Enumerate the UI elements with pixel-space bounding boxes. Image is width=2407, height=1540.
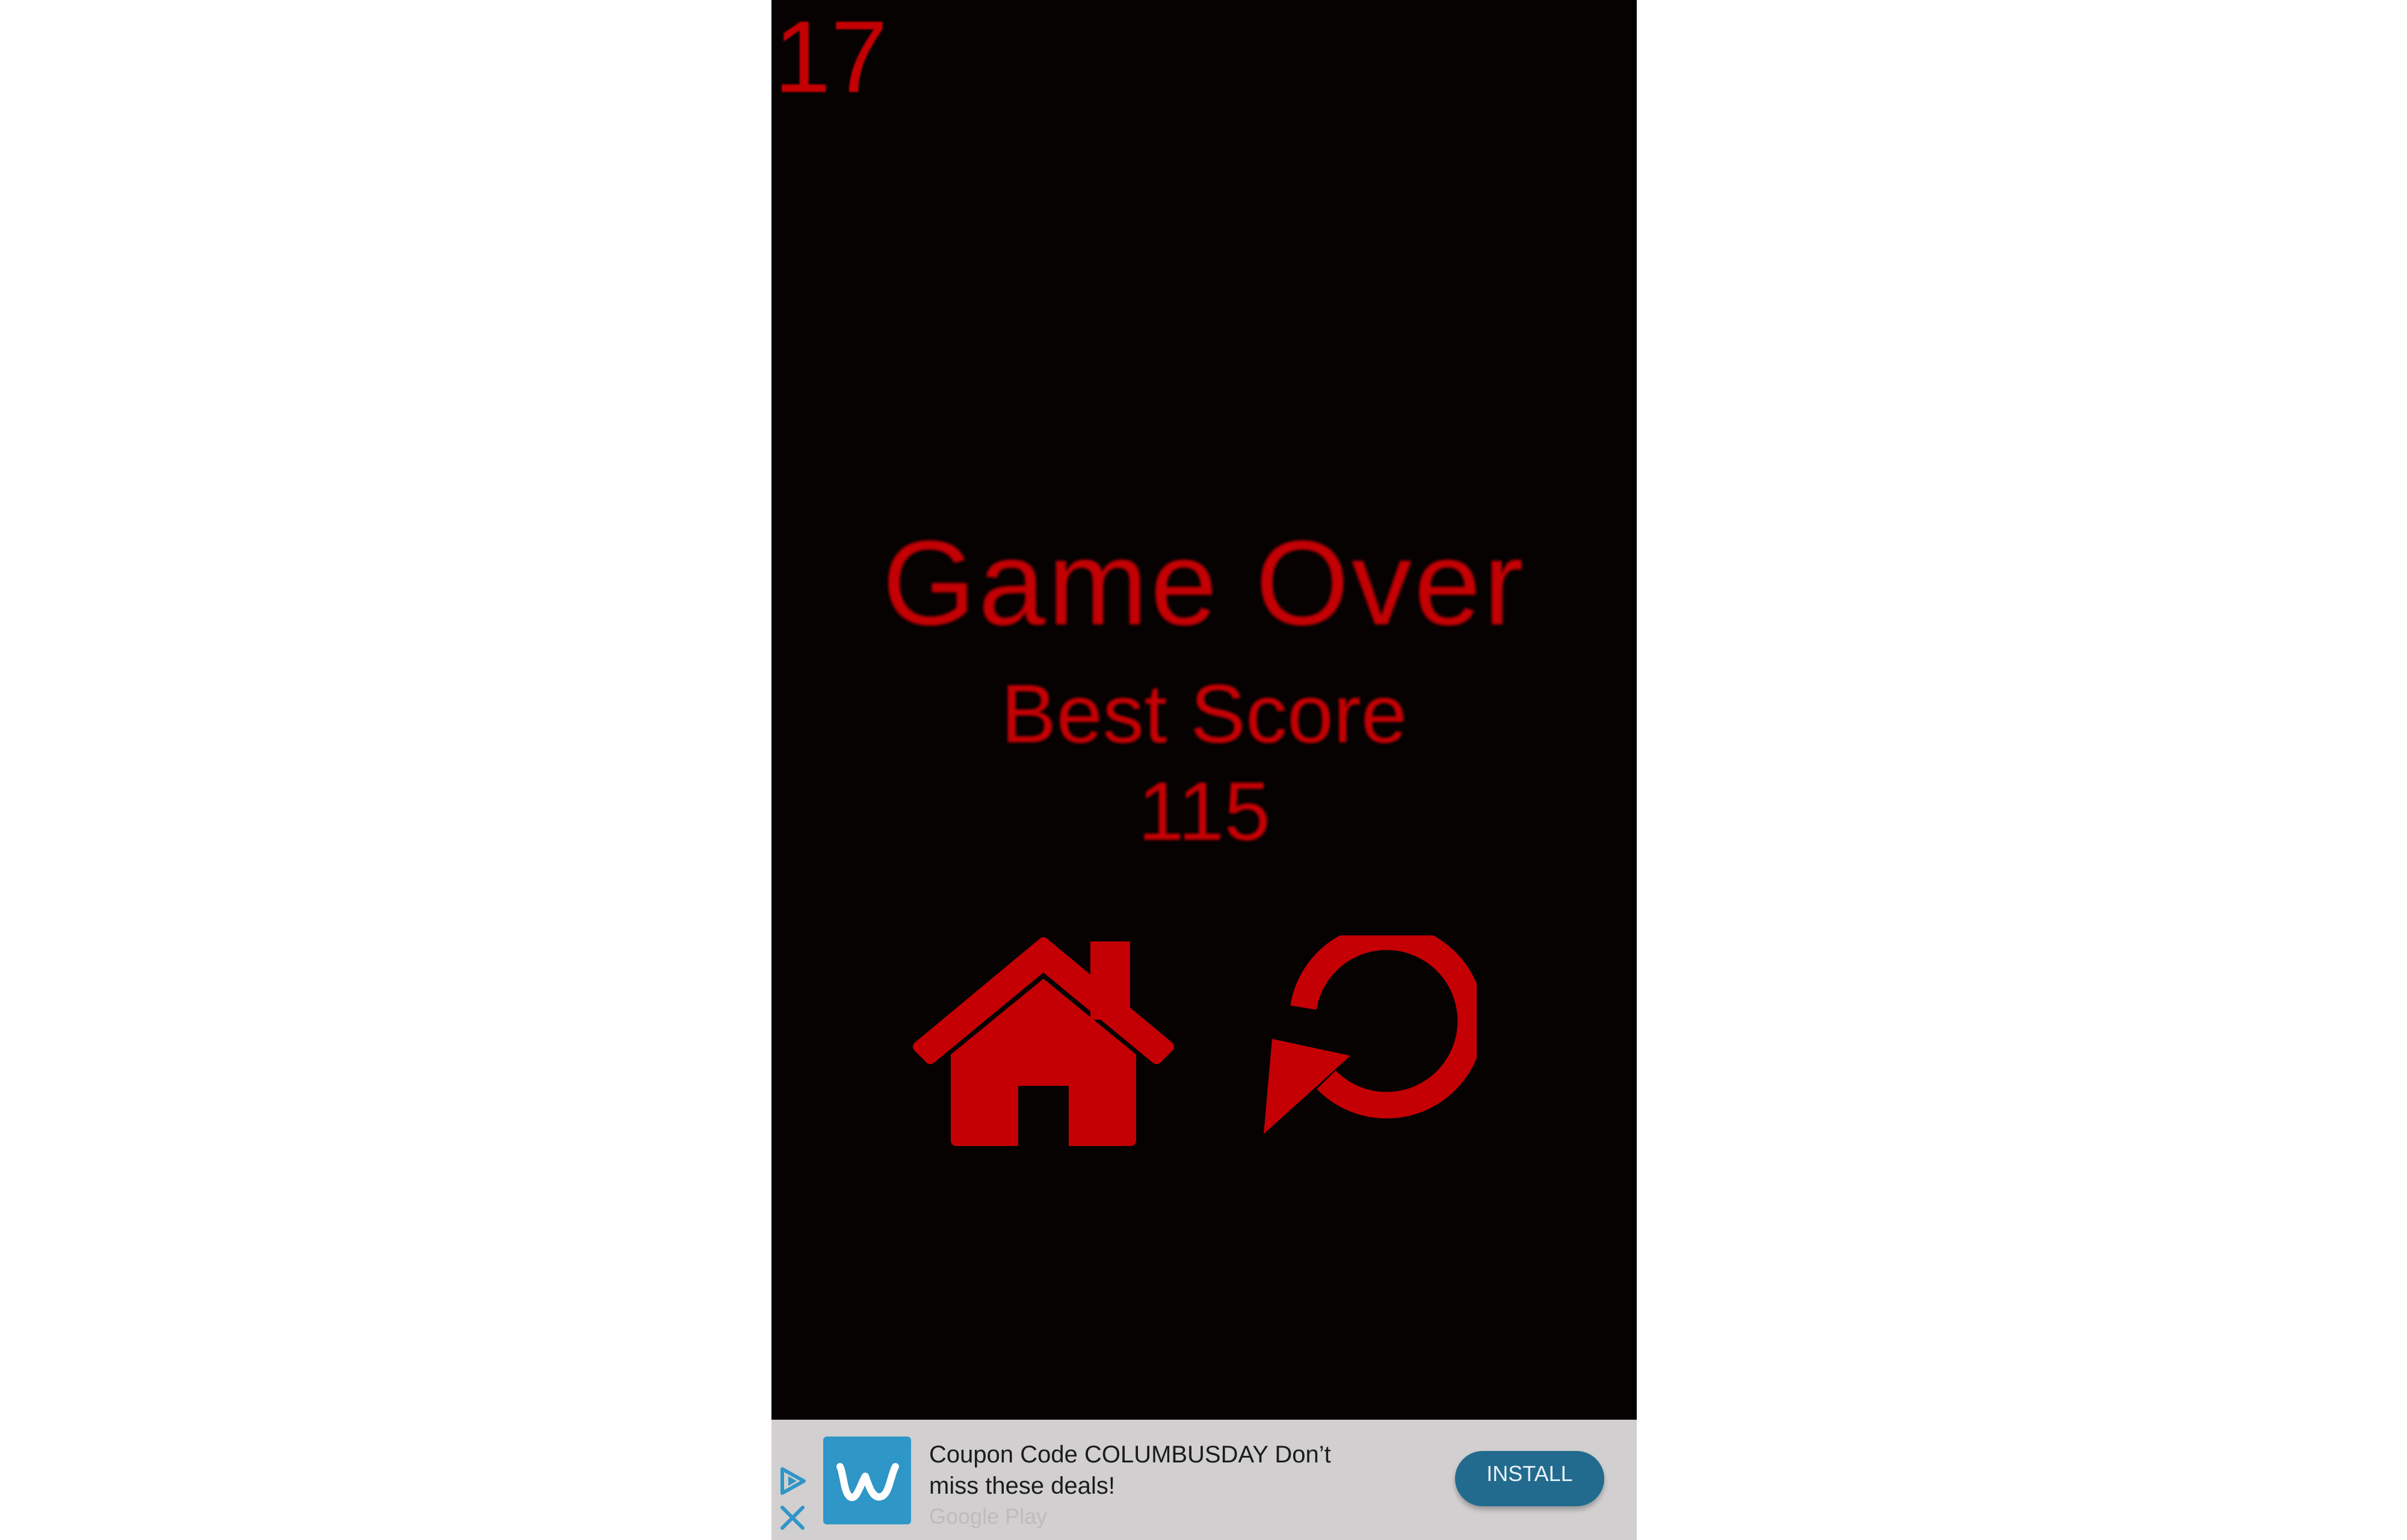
ad-banner[interactable]: Coupon Code COLUMBUSDAY Don’t miss these… <box>771 1420 1637 1540</box>
install-button[interactable]: INSTALL <box>1455 1451 1604 1506</box>
ad-message[interactable]: Coupon Code COLUMBUSDAY Don’t miss these… <box>929 1439 1362 1502</box>
best-score-value: 115 <box>1137 765 1270 858</box>
restart-button[interactable] <box>1260 923 1485 1146</box>
best-score-label: Best Score <box>1001 668 1407 760</box>
current-score: 17 <box>774 0 888 114</box>
wish-logo-icon[interactable] <box>823 1437 911 1524</box>
page: 17 Game Over Best Score 115 Coupon Code … <box>0 0 2407 1540</box>
adchoices-icon[interactable] <box>777 1465 809 1497</box>
home-icon <box>913 937 1174 1146</box>
home-button[interactable] <box>911 935 1176 1146</box>
game-over-title: Game Over <box>882 516 1526 650</box>
ad-footer: Google Play <box>929 1504 1048 1529</box>
restart-icon <box>1264 923 1485 1134</box>
game-screen: 17 Game Over Best Score 115 <box>771 0 1637 1540</box>
close-icon[interactable] <box>779 1504 806 1532</box>
